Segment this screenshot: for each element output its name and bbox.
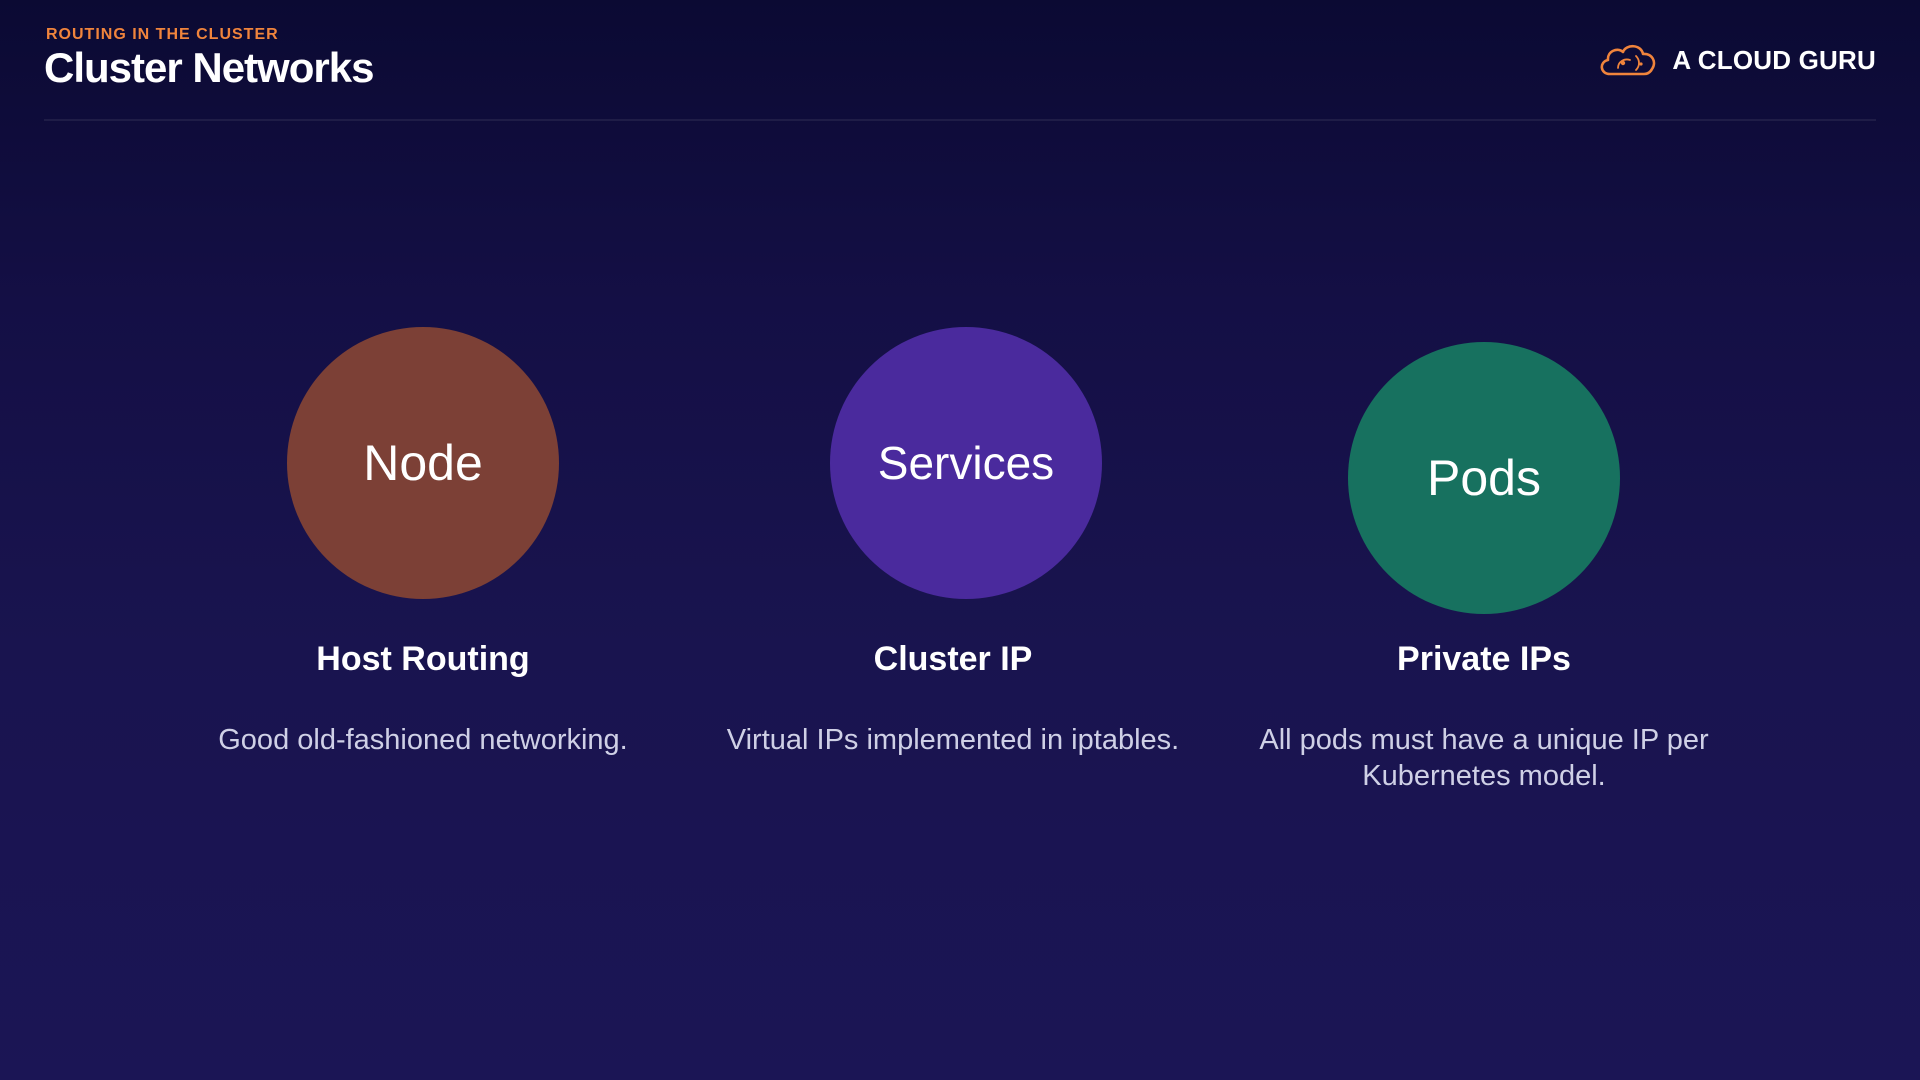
- host-routing-description: Good old-fashioned networking.: [218, 724, 628, 756]
- services-circle: Services: [830, 327, 1102, 599]
- node-circle: Node: [287, 327, 559, 599]
- cloud-guru-icon: [1600, 44, 1656, 76]
- brand-name: A CLOUD GURU: [1672, 44, 1876, 75]
- section-eyebrow: ROUTING IN THE CLUSTER: [46, 26, 279, 43]
- private-ips-heading: Private IPs: [1397, 640, 1571, 678]
- private-ips-description: All pods must have a unique IP per Kuber…: [1259, 724, 1709, 792]
- pods-circle-label: Pods: [1427, 450, 1541, 506]
- host-routing-heading: Host Routing: [316, 640, 530, 678]
- cluster-ip-description: Virtual IPs implemented in iptables.: [726, 724, 1180, 756]
- brand: A CLOUD GURU: [1596, 36, 1876, 84]
- services-circle-label: Services: [877, 437, 1055, 489]
- slide-header: ROUTING IN THE CLUSTER Cluster Networks …: [44, 22, 1876, 122]
- slide-title: Cluster Networks: [44, 44, 374, 91]
- header-divider: [44, 119, 1876, 121]
- pods-circle: Pods: [1348, 342, 1620, 614]
- node-circle-label: Node: [363, 435, 483, 491]
- cluster-ip-heading: Cluster IP: [873, 640, 1033, 678]
